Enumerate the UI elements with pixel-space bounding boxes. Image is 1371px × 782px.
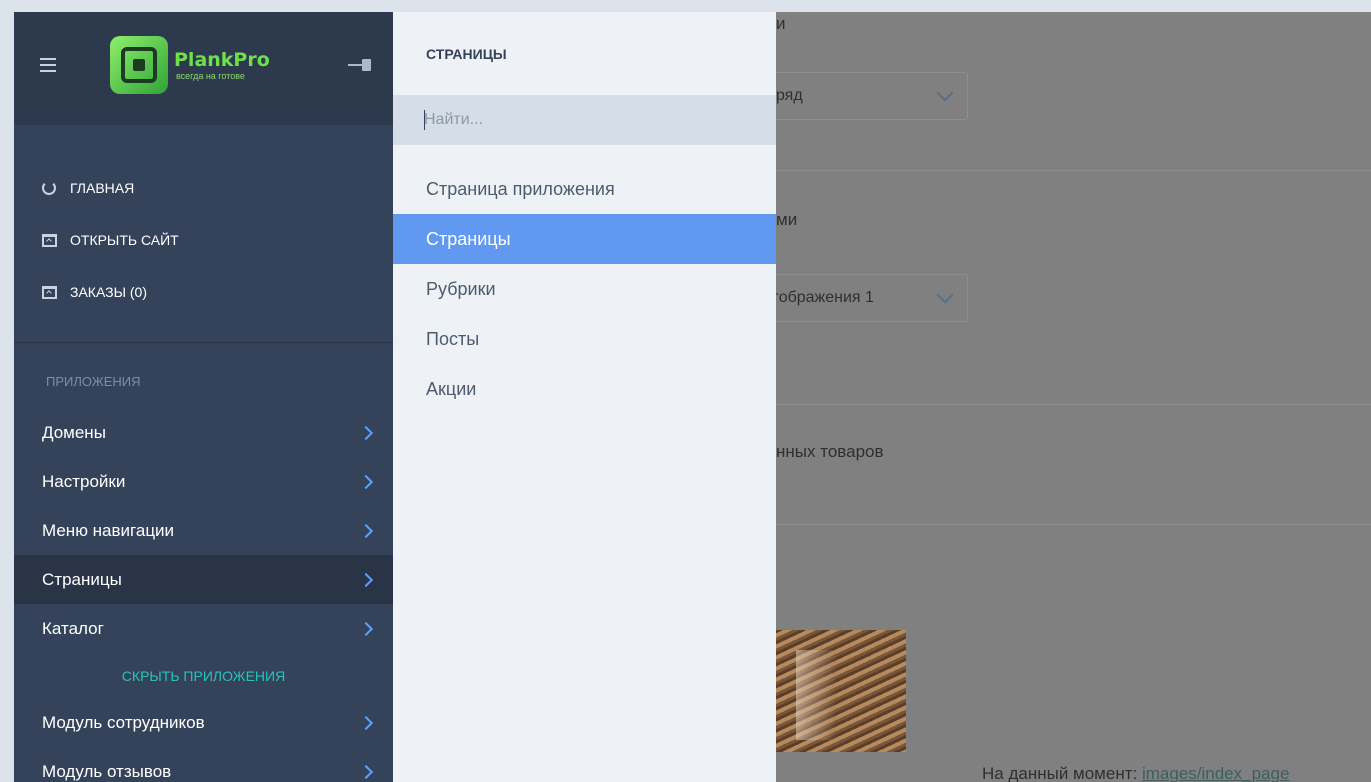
image-thumbnail: [776, 630, 906, 752]
flyout-item-promotions[interactable]: Акции: [393, 364, 776, 414]
sidebar-item-label: Настройки: [42, 471, 126, 491]
sidebar-header: PlankPro всегда на готове: [14, 12, 393, 125]
open-site-icon: [42, 233, 57, 247]
current-image-note: На данный момент: images/index_page: [982, 764, 1289, 782]
chevron-right-icon: [358, 715, 374, 730]
dashboard-icon: [42, 181, 56, 195]
divider: [776, 524, 1371, 525]
pages-flyout-panel: СТРАНИЦЫ Страница приложения Страницы Ру…: [393, 12, 776, 782]
sidebar: PlankPro всегда на готове ГЛАВНАЯ ОТКРЫТ…: [14, 12, 393, 782]
hide-apps-link[interactable]: СКРЫТЬ ПРИЛОЖЕНИЯ: [14, 653, 393, 698]
section-label-apps: ПРИЛОЖЕНИЯ: [46, 374, 141, 389]
current-image-label: На данный момент:: [982, 764, 1138, 782]
chevron-right-icon: [358, 572, 374, 587]
divider: [14, 342, 393, 343]
current-image-link[interactable]: images/index_page: [1142, 764, 1289, 782]
apps-list: Домены Настройки Меню навигации Страницы…: [14, 408, 393, 782]
orders-icon: [42, 285, 57, 299]
sidebar-item-pages[interactable]: Страницы: [14, 555, 393, 604]
sidebar-item-catalog[interactable]: Каталог: [14, 604, 393, 653]
nav-item-open-site[interactable]: ОТКРЫТЬ САЙТ: [14, 214, 393, 266]
sidebar-item-label: Модуль отзывов: [42, 761, 172, 781]
sidebar-item-label: Модуль сотрудников: [42, 712, 205, 732]
nav-item-label: ЗАКАЗЫ (0): [70, 284, 147, 300]
nav-item-label: ГЛАВНАЯ: [70, 180, 135, 196]
layout-select[interactable]: в ряд: [754, 72, 968, 120]
field-label-fragment: ми: [776, 210, 798, 229]
sidebar-item-reviews-module[interactable]: Модуль отзывов: [14, 747, 393, 782]
nav-item-orders[interactable]: ЗАКАЗЫ (0): [14, 266, 393, 318]
divider: [776, 404, 1371, 405]
chevron-right-icon: [358, 425, 374, 440]
sidebar-item-settings[interactable]: Настройки: [14, 457, 393, 506]
sidebar-item-label: Меню навигации: [42, 520, 175, 540]
sidebar-item-label: Домены: [42, 422, 106, 442]
chevron-right-icon: [358, 764, 374, 779]
flyout-menu: Страница приложения Страницы Рубрики Пос…: [393, 164, 776, 414]
flyout-item-app-page[interactable]: Страница приложения: [393, 164, 776, 214]
chevron-right-icon: [358, 474, 374, 489]
sidebar-item-domains[interactable]: Домены: [14, 408, 393, 457]
flyout-item-rubrics[interactable]: Рубрики: [393, 264, 776, 314]
flyout-item-pages[interactable]: Страницы: [393, 214, 776, 264]
sidebar-item-staff-module[interactable]: Модуль сотрудников: [14, 698, 393, 747]
chevron-down-icon: [936, 286, 954, 304]
flyout-search-input[interactable]: [393, 95, 776, 145]
hamburger-menu-icon[interactable]: [40, 58, 56, 72]
field-label-fragment: нных товаров: [776, 442, 884, 461]
sidebar-item-navigation-menu[interactable]: Меню навигации: [14, 506, 393, 555]
logo[interactable]: PlankPro всегда на готове: [110, 36, 270, 94]
nav-item-dashboard[interactable]: ГЛАВНАЯ: [14, 162, 393, 214]
sidebar-item-label: Страницы: [42, 569, 122, 589]
display-select-value: отображения 1: [763, 289, 874, 306]
chevron-right-icon: [358, 523, 374, 538]
chevron-down-icon: [936, 84, 954, 102]
pin-icon[interactable]: [348, 58, 374, 72]
sidebar-item-label: Каталог: [42, 618, 104, 638]
logo-name: PlankPro: [174, 48, 270, 71]
display-select[interactable]: отображения 1: [754, 274, 968, 322]
text-cursor: [424, 110, 425, 130]
top-nav: ГЛАВНАЯ ОТКРЫТЬ САЙТ ЗАКАЗЫ (0): [14, 162, 393, 318]
flyout-title: СТРАНИЦЫ: [426, 46, 507, 62]
chevron-right-icon: [358, 621, 374, 636]
logo-mark-icon: [110, 36, 168, 94]
divider: [776, 170, 1371, 171]
logo-tagline: всегда на готове: [176, 70, 245, 81]
flyout-item-posts[interactable]: Посты: [393, 314, 776, 364]
field-label-fragment: и: [776, 14, 786, 33]
nav-item-label: ОТКРЫТЬ САЙТ: [70, 232, 179, 248]
